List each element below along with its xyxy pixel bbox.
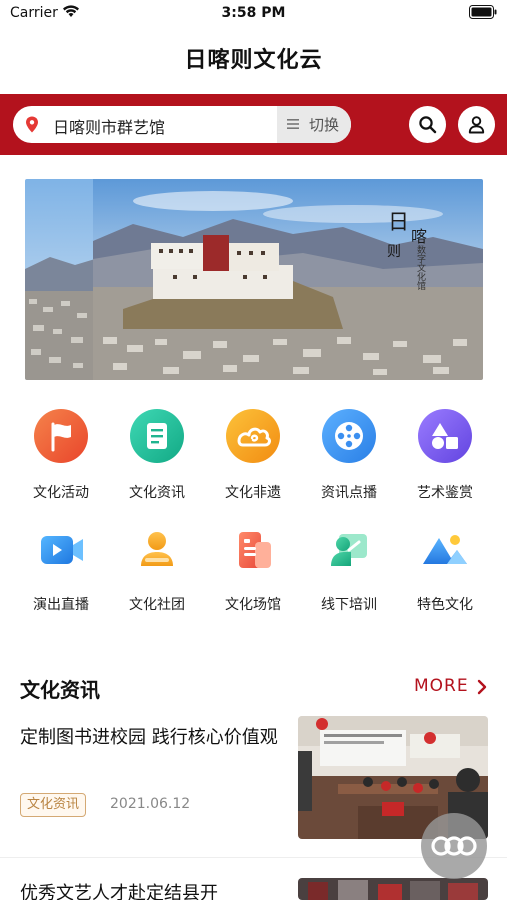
location-pin-icon [26,116,38,133]
floating-action-button[interactable] [421,813,487,879]
grid-item-culture-activity[interactable]: 文化活动 [13,408,109,502]
news-date: 2021.06.12 [110,796,191,812]
grid-item-offline-training[interactable]: 线下培训 [301,522,397,614]
news-list-item[interactable]: 优秀文艺人才赴定结县开 [0,874,507,900]
grid-item-culture-news[interactable]: 文化资讯 [109,408,205,502]
news-thumbnail [298,878,488,900]
search-button[interactable] [409,106,446,143]
profile-button[interactable] [458,106,495,143]
flag-icon [33,408,89,464]
grid-label: 艺术鉴赏 [417,485,473,501]
shapes-icon [417,408,473,464]
grid-label: 资讯点播 [321,485,377,501]
location-selector[interactable]: 日喀则市群艺馆 切换 [13,106,351,143]
video-camera-icon [33,522,89,578]
grid-item-live-show[interactable]: 演出直播 [13,522,109,614]
location-name: 日喀则市群艺馆 [53,118,166,137]
grid-label: 文化社团 [129,597,185,613]
banner-calligraphy-1: 日 [388,210,409,234]
user-icon [468,116,485,134]
grid-label: 演出直播 [33,597,89,613]
grid-item-special-culture[interactable]: 特色文化 [397,522,493,614]
banner-calligraphy-3: 则 [387,244,401,260]
switch-location-button[interactable]: 切换 [277,106,351,143]
grid-item-culture-venue[interactable]: 文化场馆 [205,522,301,614]
chevron-right-icon[interactable] [476,679,488,695]
group-person-icon [129,522,185,578]
grid-item-culture-club[interactable]: 文化社团 [109,522,205,614]
switch-label: 切换 [309,116,340,134]
mountain-icon [417,522,473,578]
news-title: 定制图书进校园 践行核心价值观 [20,727,278,748]
status-bar: Carrier 3:58 PM [0,0,507,28]
more-link[interactable]: MORE [414,676,469,696]
battery-icon [469,5,497,19]
venue-building-icon [225,522,281,578]
news-title: 优秀文艺人才赴定结县开 [20,883,218,900]
banner-calligraphy-2: 喀 [411,227,428,246]
grid-item-news-vod[interactable]: 资讯点播 [301,408,397,502]
news-category-tag: 文化资讯 [20,793,87,817]
grid-label: 线下培训 [321,597,377,613]
cloud-pattern-icon [225,408,281,464]
film-reel-icon [321,408,377,464]
grid-label: 文化非遗 [225,485,281,501]
grid-item-intangible-heritage[interactable]: 文化非遗 [205,408,301,502]
grid-item-art-appreciation[interactable]: 艺术鉴赏 [397,408,493,502]
document-icon [129,408,185,464]
menu-lines-icon [287,119,299,129]
grid-label: 文化场馆 [225,597,281,613]
grid-label: 文化活动 [33,485,89,501]
page-title: 日喀则文化云 [184,48,323,73]
banner-side-image [25,179,95,380]
section-title: 文化资讯 [20,678,100,702]
chain-link-icon [431,836,477,856]
status-time: 3:58 PM [221,5,286,21]
header-bar: 日喀则市群艺馆 切换 [0,94,507,155]
training-board-icon [321,522,377,578]
grid-label: 特色文化 [417,597,473,613]
banner-vertical-text: 数字文化馆 [415,245,425,290]
search-icon [419,116,437,134]
grid-label: 文化资讯 [129,485,185,501]
banner-carousel[interactable]: 日 喀 则 数字文化馆 [25,179,483,380]
